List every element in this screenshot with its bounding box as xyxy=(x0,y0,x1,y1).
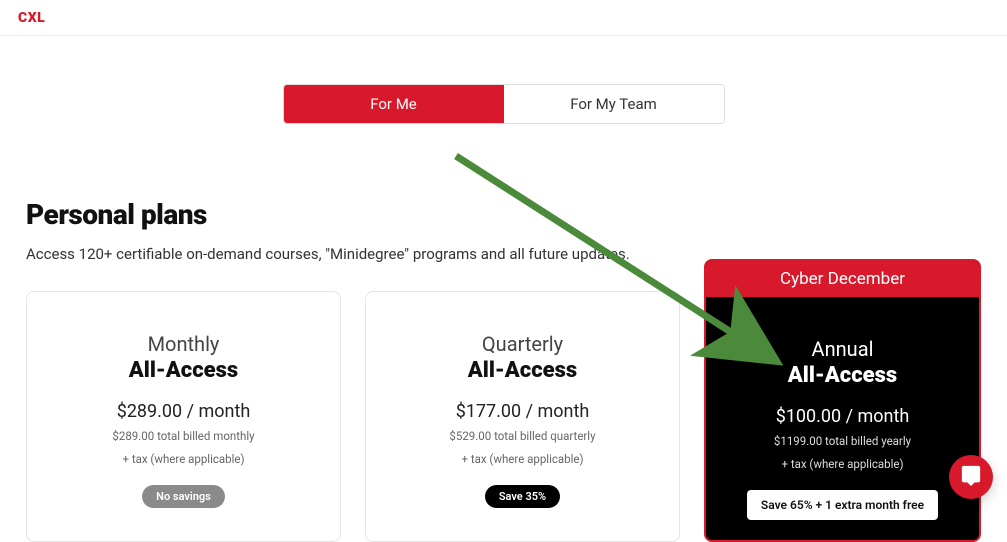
plan-billing-detail: $1199.00 total billed yearly xyxy=(726,433,959,450)
plan-card-quarterly[interactable]: Quarterly All-Access $177.00 / month $52… xyxy=(365,291,680,542)
savings-badge: Save 65% + 1 extra month free xyxy=(747,490,938,520)
plan-tax-detail: + tax (where applicable) xyxy=(386,451,659,468)
plan-card-monthly[interactable]: Monthly All-Access $289.00 / month $289.… xyxy=(26,291,341,542)
savings-badge: Save 35% xyxy=(485,485,560,508)
plan-price: $100.00 / month xyxy=(726,406,959,427)
plan-card-annual[interactable]: Cyber December Annual All-Access $100.00… xyxy=(704,259,981,542)
tab-for-me[interactable]: For Me xyxy=(284,85,504,123)
page-title: Personal plans xyxy=(26,198,981,231)
plan-name-bold: All-Access xyxy=(726,363,959,388)
header-bar: CXL xyxy=(0,0,1007,36)
plan-billing-detail: $529.00 total billed quarterly xyxy=(386,428,659,445)
tabs-container: For Me For My Team xyxy=(0,84,1007,124)
plan-name-bold: All-Access xyxy=(47,358,320,383)
plan-tax-detail: + tax (where applicable) xyxy=(726,456,959,473)
tab-for-my-team[interactable]: For My Team xyxy=(504,85,724,123)
promo-banner: Cyber December xyxy=(706,261,979,297)
plan-tax-detail: + tax (where applicable) xyxy=(47,451,320,468)
plan-name-top: Annual xyxy=(726,337,959,361)
promo-body: Annual All-Access $100.00 / month $1199.… xyxy=(706,297,979,540)
plans-row: Monthly All-Access $289.00 / month $289.… xyxy=(26,291,981,542)
plan-billing-detail: $289.00 total billed monthly xyxy=(47,428,320,445)
logo[interactable]: CXL xyxy=(18,10,45,26)
plan-audience-tabs: For Me For My Team xyxy=(283,84,725,124)
chat-button[interactable] xyxy=(949,455,993,499)
plan-name-top: Quarterly xyxy=(386,332,659,356)
savings-badge: No savings xyxy=(142,485,225,508)
chat-icon xyxy=(960,464,982,490)
plan-price: $289.00 / month xyxy=(47,401,320,422)
plan-price: $177.00 / month xyxy=(386,401,659,422)
plan-name-top: Monthly xyxy=(47,332,320,356)
plan-name-bold: All-Access xyxy=(386,358,659,383)
main-content: Personal plans Access 120+ certifiable o… xyxy=(0,198,1007,542)
